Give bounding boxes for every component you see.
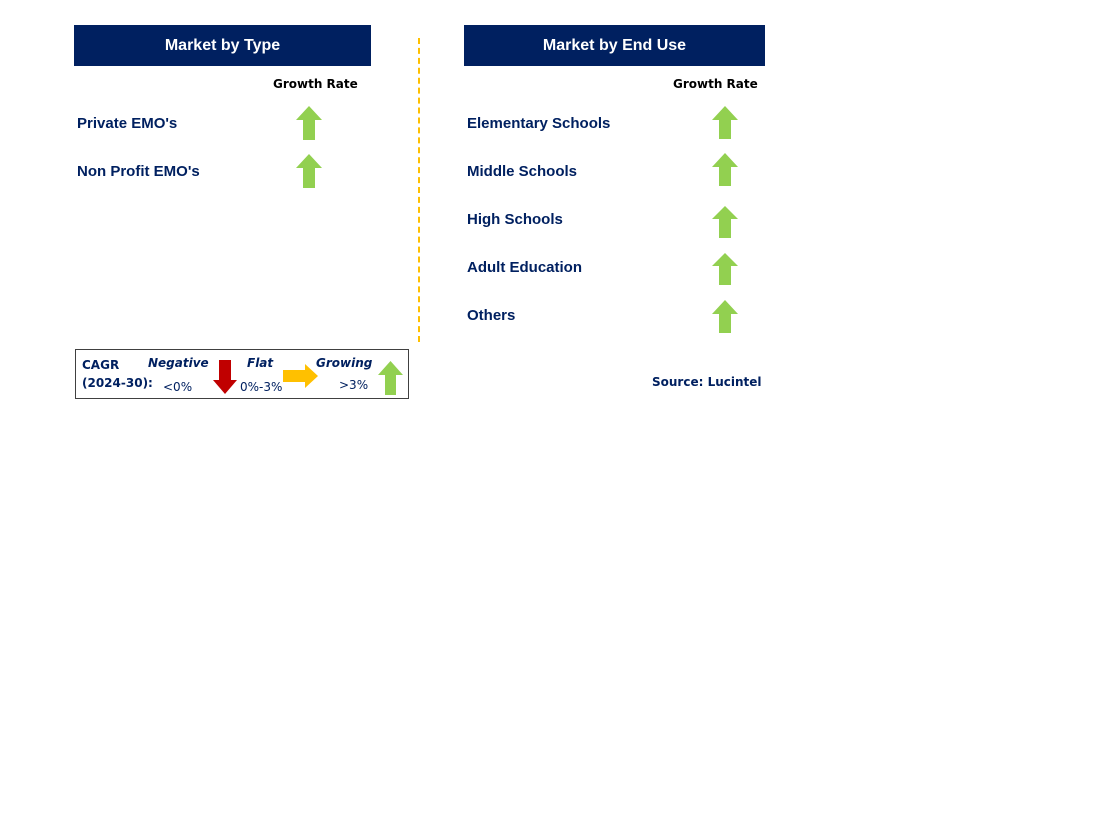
- row-label-non-profit-emos: Non Profit EMO's: [77, 163, 200, 180]
- legend-negative-range: <0%: [163, 380, 193, 394]
- cagr-legend: CAGR (2024-30): Negative <0% Flat 0%-3% …: [75, 349, 409, 399]
- legend-flat-range: 0%-3%: [240, 380, 283, 394]
- legend-growing-range: >3%: [339, 378, 369, 392]
- growing-arrow-icon: [296, 154, 322, 188]
- right-growth-rate-header: Growth Rate: [673, 77, 758, 91]
- row-label-middle-schools: Middle Schools: [467, 163, 578, 180]
- growing-arrow-icon: [712, 206, 738, 238]
- row-label-adult-education: Adult Education: [467, 259, 582, 276]
- market-by-type-title: Market by Type: [164, 36, 281, 54]
- market-by-end-use-title: Market by End Use: [542, 36, 687, 54]
- row-label-private-emos: Private EMO's: [77, 115, 178, 132]
- legend-flat-label: Flat: [247, 356, 274, 370]
- market-by-end-use-header: Market by End Use: [464, 25, 765, 66]
- legend-cagr-label: CAGR: [82, 358, 120, 372]
- flat-arrow-icon: [283, 364, 318, 388]
- source-label: Source: Lucintel: [652, 375, 762, 389]
- row-label-high-schools: High Schools: [467, 211, 563, 228]
- growing-arrow-icon: [712, 153, 738, 186]
- legend-period-label: (2024-30):: [82, 376, 153, 390]
- growing-arrow-icon: [712, 106, 738, 139]
- legend-growing-label: Growing: [316, 356, 373, 370]
- market-by-type-header: Market by Type: [74, 25, 371, 66]
- growing-arrow-icon: [378, 361, 403, 395]
- growing-arrow-icon: [712, 300, 738, 333]
- left-growth-rate-header: Growth Rate: [273, 77, 358, 91]
- growing-arrow-icon: [296, 106, 322, 140]
- row-label-elementary-schools: Elementary Schools: [467, 115, 611, 132]
- growing-arrow-icon: [712, 253, 738, 285]
- row-label-others: Others: [467, 307, 516, 324]
- negative-arrow-icon: [213, 360, 237, 394]
- legend-negative-label: Negative: [148, 356, 209, 370]
- panel-divider: [418, 38, 420, 342]
